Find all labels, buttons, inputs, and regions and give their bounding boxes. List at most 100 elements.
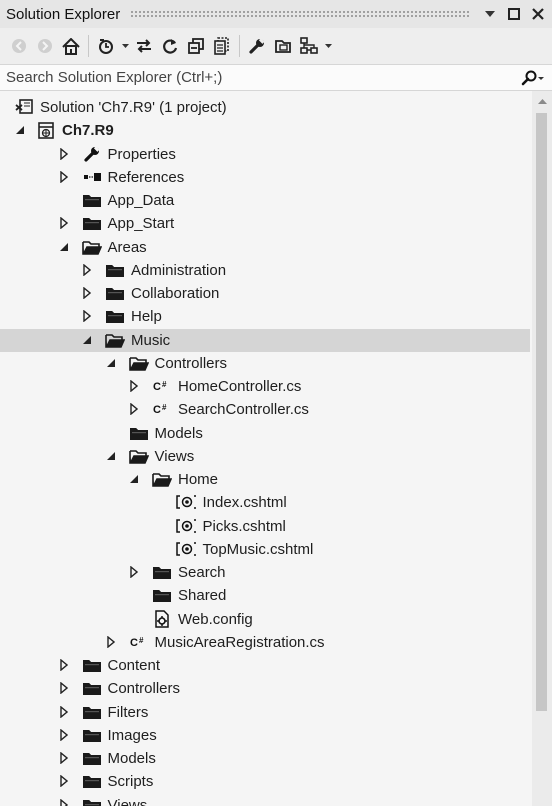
forward-icon[interactable] [32,33,58,59]
maximize-icon[interactable] [504,4,524,24]
tree-item[interactable]: Help [0,305,530,328]
tree-item[interactable]: Web.config [0,608,530,631]
tree-item[interactable]: Models [0,422,530,445]
tree-item[interactable]: C # HomeController.cs [0,375,530,398]
tree-item[interactable]: Administration [0,259,530,282]
collapsed-arrow-icon[interactable] [81,310,93,323]
tree-item[interactable]: Controllers [0,352,530,375]
collapsed-arrow-icon[interactable] [58,775,70,788]
razor-file-icon [175,517,196,535]
tree-item-label: Areas [107,238,147,256]
search-icon[interactable] [512,66,552,90]
tree-item[interactable]: Music [0,328,530,352]
home-icon[interactable] [58,33,84,59]
folder-open-icon [128,354,149,372]
csharp-file-icon: C # [129,633,149,651]
tree-item-label: Properties [107,145,176,163]
preview-selected-items-icon[interactable] [270,33,296,59]
tree-item[interactable]: Shared [0,584,530,607]
tree-item[interactable]: Collaboration [0,282,530,305]
tree-item[interactable]: Views [0,794,530,806]
tree-item[interactable]: Ch7.R9 [0,119,530,142]
class-diagram-icon[interactable] [296,33,322,59]
refresh-icon[interactable] [157,33,183,59]
tree-item[interactable]: C # MusicAreaRegistration.cs [0,631,530,654]
expanded-arrow-icon[interactable] [58,241,70,253]
collapsed-arrow-icon[interactable] [58,217,70,230]
tree-item-label: Controllers [154,354,228,372]
folder-open-icon [105,331,125,349]
sync-with-document-icon[interactable] [131,33,157,59]
tree-item[interactable]: Controllers [0,677,530,700]
collapsed-arrow-icon[interactable] [58,659,70,671]
collapsed-arrow-icon[interactable] [58,705,70,718]
tree-item[interactable]: Home [0,468,530,491]
tree-item-label: Solution 'Ch7.R9' (1 project) [40,99,227,116]
show-all-files-icon[interactable] [209,33,235,59]
chevron-down-icon[interactable] [119,33,131,59]
collapsed-arrow-icon[interactable] [58,752,70,764]
scrollbar-thumb[interactable] [536,113,547,711]
tree-item[interactable]: App_Start [0,212,530,235]
svg-text:#: # [162,380,167,389]
tree-item[interactable]: TopMusic.cshtml [0,538,530,561]
drag-grip[interactable] [130,10,470,18]
tree-item[interactable]: Index.cshtml [0,491,530,514]
toolbar [0,28,552,64]
collapsed-arrow-icon[interactable] [58,170,70,183]
tree-item[interactable]: C # SearchController.cs [0,398,530,421]
folder-icon [105,261,125,279]
properties-wrench-icon[interactable] [244,33,270,59]
web-project-icon [36,121,56,139]
pending-changes-filter-icon[interactable] [93,33,119,59]
collapsed-arrow-icon[interactable] [58,682,70,695]
tree-item[interactable]: Scripts [0,770,530,793]
collapse-all-icon[interactable] [183,33,209,59]
search-input[interactable] [0,64,512,91]
collapsed-arrow-icon[interactable] [128,380,140,392]
collapsed-arrow-icon[interactable] [58,798,70,806]
expanded-arrow-icon[interactable] [105,450,117,462]
tree-item-label: Collaboration [131,285,220,302]
title-bar: Solution Explorer [0,0,552,28]
vertical-scrollbar[interactable] [532,91,552,806]
expanded-arrow-icon[interactable] [14,124,26,136]
tree-item-label: Search [178,564,226,581]
chevron-down-icon[interactable] [322,33,334,59]
expanded-arrow-icon[interactable] [105,357,117,369]
close-icon[interactable] [528,4,548,24]
folder-icon [82,703,102,721]
tree-item[interactable]: Filters [0,701,530,724]
tree-item[interactable]: Search [0,561,530,584]
dropdown-arrow-icon[interactable] [480,4,500,24]
collapsed-arrow-icon[interactable] [58,728,70,741]
folder-icon [82,726,102,744]
tree-item[interactable]: Solution 'Ch7.R9' (1 project) [0,96,530,119]
back-icon[interactable] [6,33,32,59]
tree-item[interactable]: Views [0,445,530,468]
folder-open-icon [128,447,149,465]
collapsed-arrow-icon[interactable] [81,263,93,276]
tree-item[interactable]: Models [0,747,530,770]
tree-item[interactable]: References [0,166,530,189]
tree-item[interactable]: Properties [0,143,530,166]
tree-item[interactable]: App_Data [0,189,530,212]
collapsed-arrow-icon[interactable] [58,147,70,160]
collapsed-arrow-icon[interactable] [81,287,93,299]
tree-item[interactable]: Picks.cshtml [0,515,530,538]
razor-file-icon [175,493,196,511]
tree-item-label: Scripts [107,773,154,791]
collapsed-arrow-icon[interactable] [128,403,140,416]
tree-item-label: Web.config [178,610,253,628]
collapsed-arrow-icon[interactable] [128,566,140,578]
solution-icon [14,98,34,116]
expanded-arrow-icon[interactable] [128,473,140,485]
folder-icon [152,586,172,604]
tree-item[interactable]: Content [0,654,530,677]
tree-item[interactable]: Areas [0,236,530,259]
svg-text:#: # [139,636,144,645]
tree-item[interactable]: Images [0,724,530,747]
scroll-up-icon[interactable] [532,93,552,109]
expanded-arrow-icon[interactable] [81,334,93,346]
collapsed-arrow-icon[interactable] [105,635,117,648]
